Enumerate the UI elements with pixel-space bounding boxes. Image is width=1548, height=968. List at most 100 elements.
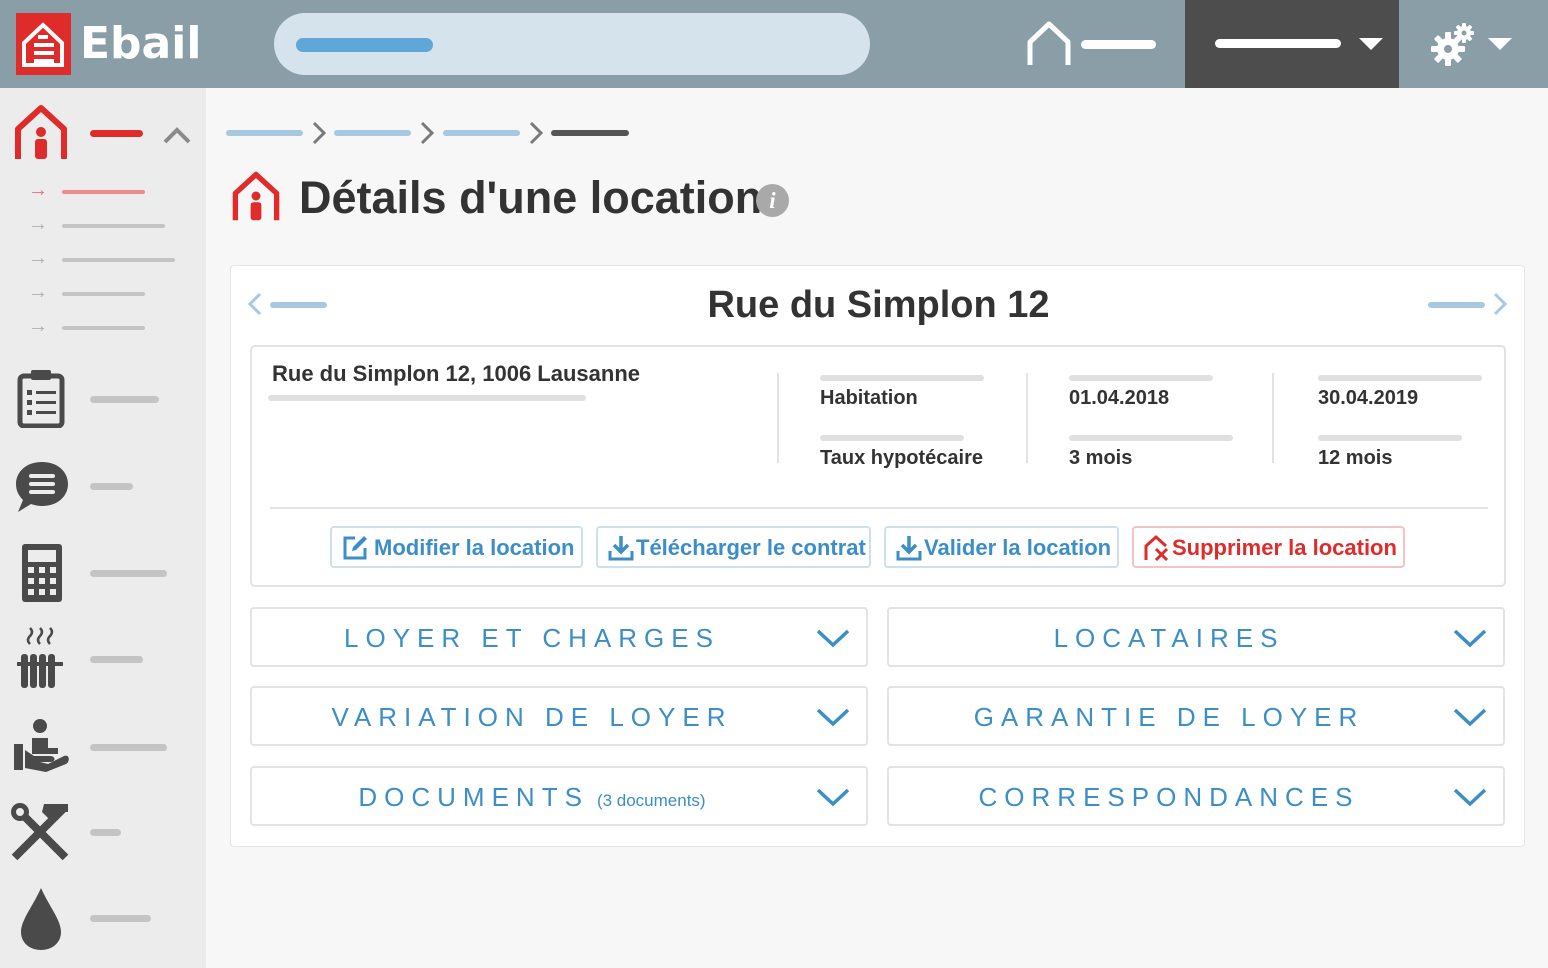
settings-dropdown[interactable] [1399,0,1548,88]
logo-icon[interactable] [16,13,71,75]
field-label [1069,375,1213,381]
chevron-down-icon [1359,38,1383,50]
calculator-icon [22,544,62,602]
chevron-down-icon [1453,788,1487,807]
home-link[interactable] [1025,20,1175,68]
breadcrumb-item[interactable] [226,130,303,136]
address-subline [268,395,586,401]
field-label [1069,435,1233,441]
delete-location-button[interactable]: Supprimer la location [1132,526,1405,568]
section-tenants[interactable]: LOCATAIRES [887,607,1505,667]
next-location-link[interactable] [1428,302,1485,308]
breadcrumb-item[interactable] [334,130,411,136]
documents-count: (3 documents) [596,791,706,810]
arrow-right-icon: → [28,213,48,235]
sidebar-subitem[interactable]: → [28,282,188,302]
app-name[interactable]: Ebail [80,18,201,69]
divider [270,507,1488,509]
chevron-right-icon[interactable] [1493,292,1507,316]
location-card: Rue du Simplon 12 Rue du Simplon 12, 100… [230,265,1525,847]
sidebar-item-rentals[interactable] [0,98,206,159]
gear-icon [1431,23,1474,66]
sidebar-item-tasks[interactable] [0,366,206,430]
sidebar-item-label [90,915,151,922]
chevron-right-icon [529,121,543,145]
section-rent-guarantee[interactable]: GARANTIE DE LOYER [887,686,1505,746]
chevron-up-icon[interactable] [162,125,192,145]
divider [1026,373,1028,463]
search-placeholder-bar [296,38,433,52]
house-delete-icon [1144,535,1169,562]
arrow-right-icon: → [28,281,48,303]
breadcrumb-current [551,130,629,136]
sidebar-subitem[interactable]: → [28,316,188,336]
search-input[interactable] [274,13,870,75]
chevron-down-icon [1453,708,1487,727]
user-menu-dropdown[interactable] [1185,0,1399,88]
sidebar-item-label [90,570,167,577]
home-link-label [1081,40,1156,49]
sidebar-item-label [90,396,159,403]
chevron-right-icon [312,121,326,145]
sidebar-subitem[interactable]: → [28,180,188,200]
edit-icon [343,536,367,560]
validate-location-button[interactable]: Valider la location [884,526,1119,568]
sidebar-item-label [90,744,167,751]
button-label: Télécharger le contrat [636,535,866,560]
subitem-label [62,224,165,228]
home-icon [1027,21,1071,65]
section-rent-variation[interactable]: VARIATION DE LOYER [250,686,868,746]
sidebar-item-heating[interactable] [0,626,206,692]
edit-location-button[interactable]: Modifier la location [330,526,583,568]
arrow-right-icon: → [28,247,48,269]
breadcrumb-item[interactable] [443,130,520,136]
chevron-down-icon [816,629,850,648]
clipboard-icon [17,370,65,428]
info-icon[interactable]: i [756,184,789,217]
field-label [820,435,964,441]
user-name-placeholder [1215,39,1341,48]
section-title-text: DOCUMENTS [358,782,589,812]
sidebar-subitem[interactable]: → [28,248,188,268]
sidebar-item-label [90,829,121,836]
sidebar-subitem[interactable]: → [28,214,188,234]
chevron-right-icon [420,121,434,145]
section-title: LOCATAIRES [1053,623,1285,653]
section-title: CORRESPONDANCES [978,782,1360,812]
house-tenant-icon [232,171,280,221]
subitem-label [62,326,145,330]
chevron-down-icon [816,708,850,727]
field-value: 3 mois [1069,447,1133,469]
field-label [1318,375,1482,381]
chevron-down-icon [816,788,850,807]
chevron-down-icon [1488,38,1512,50]
download-contract-button[interactable]: Télécharger le contrat [596,526,871,568]
location-title: Rue du Simplon 12 [707,284,1050,326]
sidebar-item-messages[interactable] [0,456,206,516]
field-value: 30.04.2019 [1318,387,1419,409]
water-drop-icon [21,888,61,950]
arrow-right-icon: → [28,179,48,201]
section-title: LOYER ET CHARGES [344,623,720,653]
sidebar-item-water[interactable] [0,884,206,954]
sidebar-item-label [90,483,133,490]
section-documents[interactable]: DOCUMENTS (3 documents) [250,766,868,826]
sidebar-item-maintenance[interactable] [0,800,206,866]
section-title: VARIATION DE LOYER [331,702,733,732]
field-value: 12 mois [1318,447,1393,469]
house-tenant-icon [15,105,67,159]
hand-service-icon [14,719,69,772]
field-value: Taux hypotécaire [820,447,984,469]
section-title: DOCUMENTS (3 documents) [252,782,812,813]
chevron-down-icon [1453,629,1487,648]
field-label [1318,435,1462,441]
subitem-label [62,292,145,296]
field-value: Habitation [820,387,918,409]
field-value: 01.04.2018 [1069,387,1170,409]
field-label [820,375,984,381]
sidebar-item-label [90,656,143,663]
section-correspondence[interactable]: CORRESPONDANCES [887,766,1505,826]
sidebar-item-calculator[interactable] [0,540,206,606]
section-rent-charges[interactable]: LOYER ET CHARGES [250,607,868,667]
arrow-right-icon: → [28,315,48,337]
